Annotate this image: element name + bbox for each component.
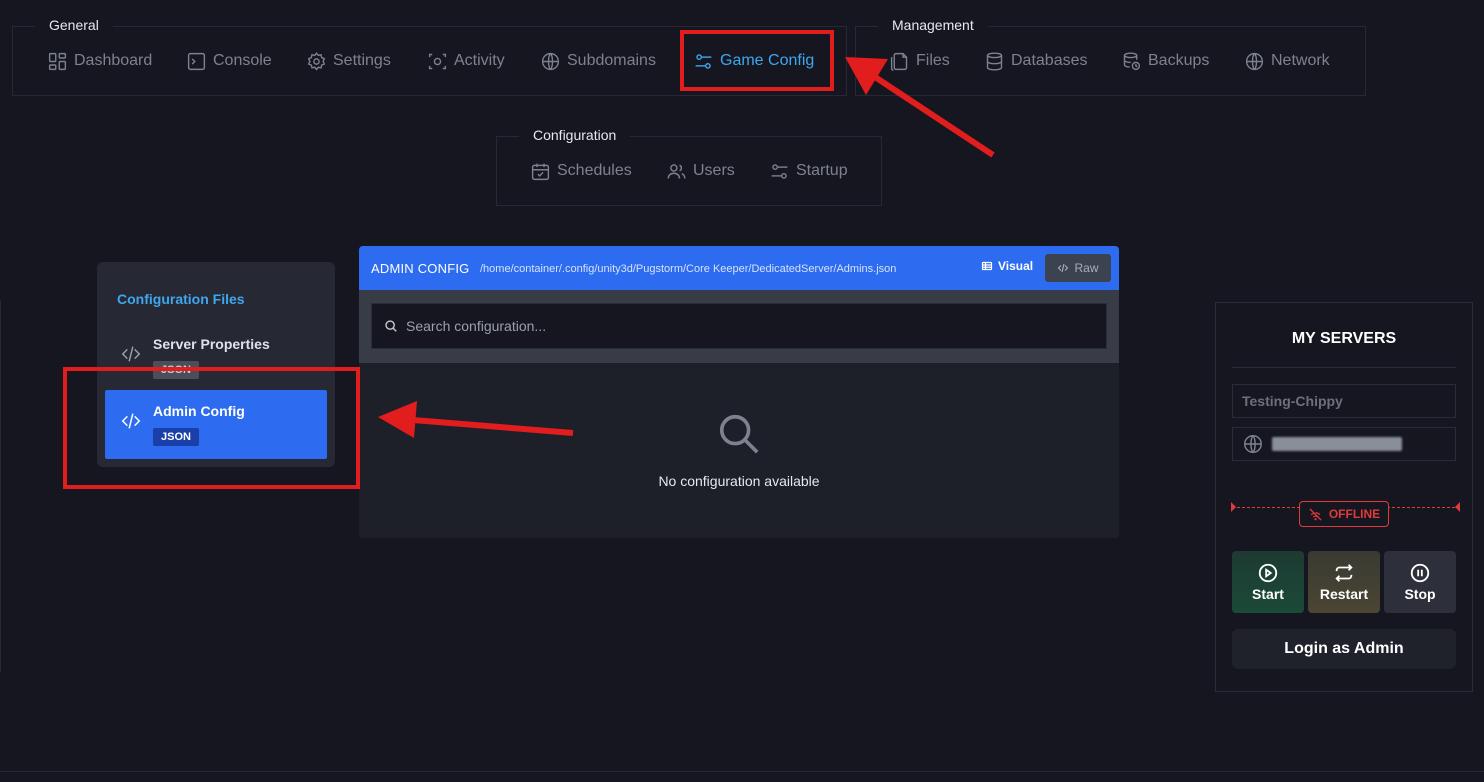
servers-title: MY SERVERS — [1291, 330, 1397, 347]
nav-item-activity[interactable]: Activity — [427, 49, 505, 73]
file-name: Server Properties — [153, 336, 270, 352]
visual-mode-button[interactable]: Visual — [981, 259, 1033, 273]
users-icon — [667, 163, 686, 179]
nav-item-backups[interactable]: Backups — [1121, 49, 1209, 73]
redacted-address — [1272, 437, 1402, 451]
nav-item-network[interactable]: Network — [1244, 49, 1330, 73]
code-icon — [121, 346, 141, 362]
server-address-field — [1232, 427, 1456, 461]
nav-group-management-label: Management — [878, 11, 988, 37]
console-icon — [187, 52, 206, 70]
empty-state-text: No configuration available — [658, 473, 820, 489]
status-line-cap-left — [1231, 502, 1236, 512]
nav-item-label: Console — [213, 52, 272, 69]
play-icon — [1258, 563, 1278, 583]
files-icon — [890, 52, 908, 71]
bottom-edge-divider — [0, 771, 1484, 772]
nav-item-label: Users — [693, 162, 735, 179]
nav-item-databases[interactable]: Databases — [984, 49, 1088, 73]
nav-group-general: General Dashboard Console Settings Activ… — [12, 11, 847, 96]
status-badge: OFFLINE — [1299, 501, 1389, 527]
search-icon — [385, 320, 397, 332]
nav-item-dashboard[interactable]: Dashboard — [47, 49, 152, 73]
activity-icon — [428, 53, 447, 69]
sidebar-title: Configuration Files — [117, 291, 245, 307]
file-type-badge: JSON — [153, 428, 199, 446]
sliders-icon — [695, 53, 712, 69]
table-icon — [981, 261, 993, 271]
login-as-admin-button[interactable]: Login as Admin — [1232, 629, 1456, 669]
nav-item-label: Network — [1271, 52, 1330, 69]
nav-group-configuration-label: Configuration — [519, 121, 631, 147]
nav-group-general-label: General — [35, 11, 113, 37]
code-icon — [121, 413, 141, 429]
nav-item-label: Subdomains — [567, 52, 656, 69]
nav-item-label: Schedules — [557, 162, 632, 179]
stop-button[interactable]: Stop — [1384, 551, 1456, 613]
divider — [1232, 367, 1456, 368]
restart-button[interactable]: Restart — [1308, 551, 1380, 613]
panel-header: ADMIN CONFIG /home/container/.config/uni… — [359, 246, 1119, 290]
visual-label: Visual — [998, 259, 1034, 273]
nav-item-subdomains[interactable]: Subdomains — [540, 49, 656, 73]
file-item-admin-config[interactable]: Admin Config JSON — [105, 390, 327, 459]
nav-item-startup[interactable]: Startup — [769, 159, 848, 183]
nav-item-label: Startup — [796, 162, 848, 179]
nav-item-game-config[interactable]: Game Config — [693, 49, 814, 73]
nav-item-settings[interactable]: Settings — [306, 49, 391, 73]
nav-item-schedules[interactable]: Schedules — [530, 159, 632, 183]
server-name-field: Testing-Chippy — [1232, 384, 1456, 418]
start-label: Start — [1252, 586, 1284, 602]
nav-item-label: Activity — [454, 52, 505, 69]
restart-label: Restart — [1319, 586, 1369, 602]
stop-label: Stop — [1404, 586, 1436, 602]
nav-item-label: Dashboard — [74, 52, 153, 69]
nav-item-label: Files — [916, 52, 950, 69]
wifi-off-icon — [1309, 507, 1322, 521]
left-edge-divider — [0, 300, 1, 672]
search-bar — [359, 290, 1119, 363]
nav-group-configuration: Configuration Schedules Users Startup — [496, 121, 882, 206]
database-icon — [986, 51, 1003, 71]
start-button[interactable]: Start — [1232, 551, 1304, 613]
nav-item-label: Settings — [333, 52, 391, 69]
search-icon — [719, 414, 759, 454]
globe-icon — [1245, 52, 1264, 70]
gear-icon — [307, 51, 326, 71]
panel-title: ADMIN CONFIG — [371, 261, 470, 276]
server-name: Testing-Chippy — [1242, 393, 1343, 409]
backup-icon — [1123, 51, 1141, 70]
status-line-cap-right — [1455, 502, 1460, 512]
nav-item-console[interactable]: Console — [186, 49, 272, 73]
raw-mode-button[interactable]: Raw — [1045, 254, 1111, 282]
nav-item-label: Game Config — [720, 52, 815, 69]
nav-item-users[interactable]: Users — [666, 159, 735, 183]
file-item-server-properties[interactable]: Server Properties JSON — [105, 323, 327, 392]
globe-icon — [541, 52, 560, 70]
search-input[interactable] — [406, 318, 1086, 334]
repeat-icon — [1335, 564, 1353, 582]
my-servers-widget: MY SERVERS Testing-Chippy OFFLINE Start … — [1215, 302, 1473, 692]
nav-item-label: Databases — [1011, 52, 1088, 69]
raw-label: Raw — [1074, 261, 1099, 275]
config-editor-panel: ADMIN CONFIG /home/container/.config/uni… — [359, 246, 1119, 538]
globe-icon — [1244, 435, 1262, 453]
config-files-sidebar: Configuration Files Server Properties JS… — [97, 262, 335, 467]
search-box[interactable] — [371, 303, 1107, 349]
nav-group-management: Management Files Databases Backups Netwo… — [855, 11, 1366, 96]
code-icon — [1058, 263, 1069, 273]
file-path: /home/container/.config/unity3d/Pugstorm… — [480, 263, 897, 275]
dashboard-icon — [48, 52, 67, 70]
nav-item-label: Backups — [1148, 52, 1210, 69]
file-name: Admin Config — [153, 403, 245, 419]
pause-icon — [1410, 563, 1430, 583]
file-type-badge: JSON — [153, 361, 199, 379]
nav-item-files[interactable]: Files — [889, 49, 950, 73]
calendar-icon — [531, 163, 550, 180]
sliders-icon — [771, 163, 788, 179]
status-text: OFFLINE — [1328, 507, 1381, 521]
